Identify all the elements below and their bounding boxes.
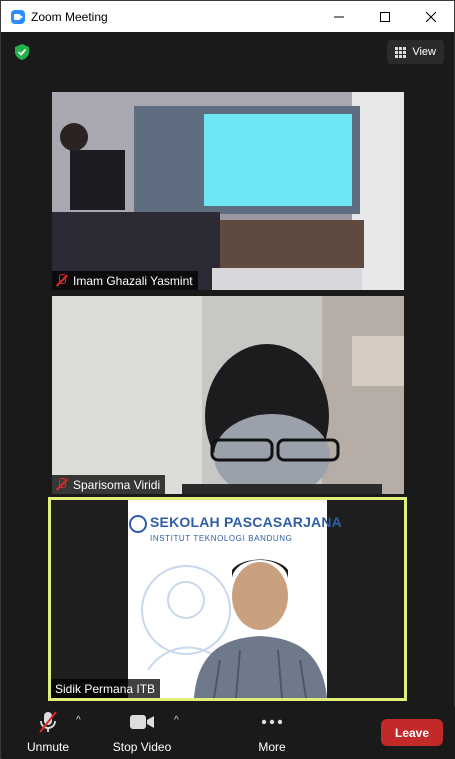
participant-name: Sidik Permana ITB	[55, 681, 156, 696]
microphone-muted-icon	[39, 711, 57, 733]
video-feed-image	[141, 559, 327, 698]
security-shield-icon[interactable]	[13, 43, 31, 61]
view-label: View	[412, 46, 436, 58]
video-camera-icon	[130, 715, 154, 729]
participant-video-tile[interactable]: Imam Ghazali Yasmint	[52, 92, 404, 290]
stop-video-button[interactable]: Stop Video	[106, 707, 178, 759]
video-feed-image	[52, 296, 404, 494]
video-options-chevron-up-icon[interactable]: ^	[174, 715, 179, 726]
virtual-background-banner: SEKOLAH PASCASARJANA INSTITUT TEKNOLOGI …	[128, 500, 342, 698]
meeting-controls-toolbar: Unmute ^ Stop Video ^ More Leave	[2, 707, 455, 759]
close-button[interactable]	[408, 1, 454, 32]
microphone-muted-icon	[56, 478, 67, 491]
participant-video-tile[interactable]: Sparisoma Viridi	[52, 296, 404, 494]
audio-options-chevron-up-icon[interactable]: ^	[76, 715, 81, 726]
more-label: More	[258, 740, 286, 754]
participant-name: Sparisoma Viridi	[73, 477, 161, 492]
window-controls	[316, 1, 454, 32]
more-dots-icon	[261, 719, 283, 725]
zoom-window: Zoom Meeting View Imam Ghazali Yasmint S…	[0, 0, 455, 759]
maximize-button[interactable]	[362, 1, 408, 32]
video-feed-image	[52, 92, 404, 290]
window-title: Zoom Meeting	[31, 9, 108, 24]
more-button[interactable]: More	[252, 707, 292, 759]
minimize-icon	[334, 16, 344, 17]
title-bar: Zoom Meeting	[1, 1, 454, 32]
microphone-muted-icon	[56, 274, 67, 287]
participant-name: Imam Ghazali Yasmint	[73, 273, 193, 288]
maximize-icon	[380, 11, 390, 22]
stop-video-label: Stop Video	[112, 740, 172, 754]
participant-name-tag: Sidik Permana ITB	[51, 679, 161, 698]
active-speaker-video-tile[interactable]: SEKOLAH PASCASARJANA INSTITUT TEKNOLOGI …	[48, 497, 407, 701]
unmute-label: Unmute	[26, 740, 70, 754]
unmute-button[interactable]: Unmute	[22, 707, 74, 759]
minimize-button[interactable]	[316, 1, 362, 32]
zoom-app-icon	[11, 9, 25, 24]
participant-name-tag: Imam Ghazali Yasmint	[52, 271, 198, 290]
leave-button[interactable]: Leave	[381, 719, 443, 746]
close-icon	[426, 11, 436, 22]
grid-icon	[395, 46, 407, 58]
view-button[interactable]: View	[387, 40, 444, 64]
participant-name-tag: Sparisoma Viridi	[52, 475, 166, 494]
